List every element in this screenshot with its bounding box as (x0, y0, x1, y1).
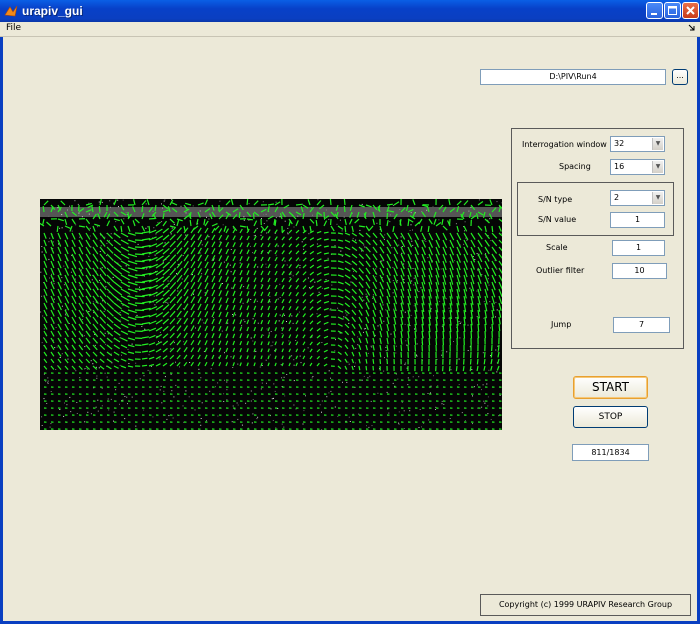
interrogation-window-label: Interrogation window (522, 140, 607, 149)
outlier-filter-field[interactable]: 10 (612, 263, 667, 279)
piv-vector-plot (40, 199, 502, 430)
sn-type-label: S/N type (538, 195, 573, 204)
copyright-box: Copyright (c) 1999 URAPIV Research Group (480, 594, 691, 616)
spacing-value: 16 (614, 162, 625, 171)
start-button[interactable]: START (573, 376, 648, 399)
scale-field[interactable]: 1 (612, 240, 665, 256)
chevron-down-icon: ▼ (652, 192, 663, 204)
menu-bar: File (0, 22, 700, 37)
spacing-label: Spacing (559, 162, 591, 171)
minimize-button[interactable] (646, 2, 663, 19)
spacing-select[interactable]: 16 ▼ (610, 159, 665, 175)
stop-button[interactable]: STOP (573, 406, 648, 428)
scale-label: Scale (546, 243, 568, 252)
chevron-down-icon: ▼ (652, 138, 663, 150)
menu-file[interactable]: File (6, 23, 21, 33)
window-title: urapiv_gui (22, 4, 83, 18)
dock-icon[interactable] (688, 24, 696, 32)
matlab-icon (4, 5, 18, 17)
progress-counter: 811/1834 (572, 444, 649, 461)
title-bar[interactable]: urapiv_gui (0, 0, 700, 22)
close-button[interactable] (682, 2, 699, 19)
browse-button[interactable]: ... (672, 69, 688, 85)
sn-type-value: 2 (614, 193, 620, 202)
copyright-text: Copyright (c) 1999 URAPIV Research Group (498, 600, 673, 609)
interrogation-window-value: 32 (614, 139, 625, 148)
sn-value-label: S/N value (538, 215, 577, 224)
path-field[interactable]: D:\PIV\Run4 (480, 69, 666, 85)
maximize-icon (668, 6, 677, 15)
minimize-icon (651, 13, 657, 15)
sn-value-field[interactable]: 1 (610, 212, 665, 228)
sn-type-select[interactable]: 2 ▼ (610, 190, 665, 206)
maximize-button[interactable] (664, 2, 681, 19)
interrogation-window-select[interactable]: 32 ▼ (610, 136, 665, 152)
piv-vector-field (40, 199, 502, 430)
chevron-down-icon: ▼ (652, 161, 663, 173)
jump-field[interactable]: 7 (613, 317, 670, 333)
close-icon (686, 6, 695, 15)
outlier-filter-label: Outlier filter (536, 266, 585, 275)
jump-label: Jump (551, 320, 572, 329)
